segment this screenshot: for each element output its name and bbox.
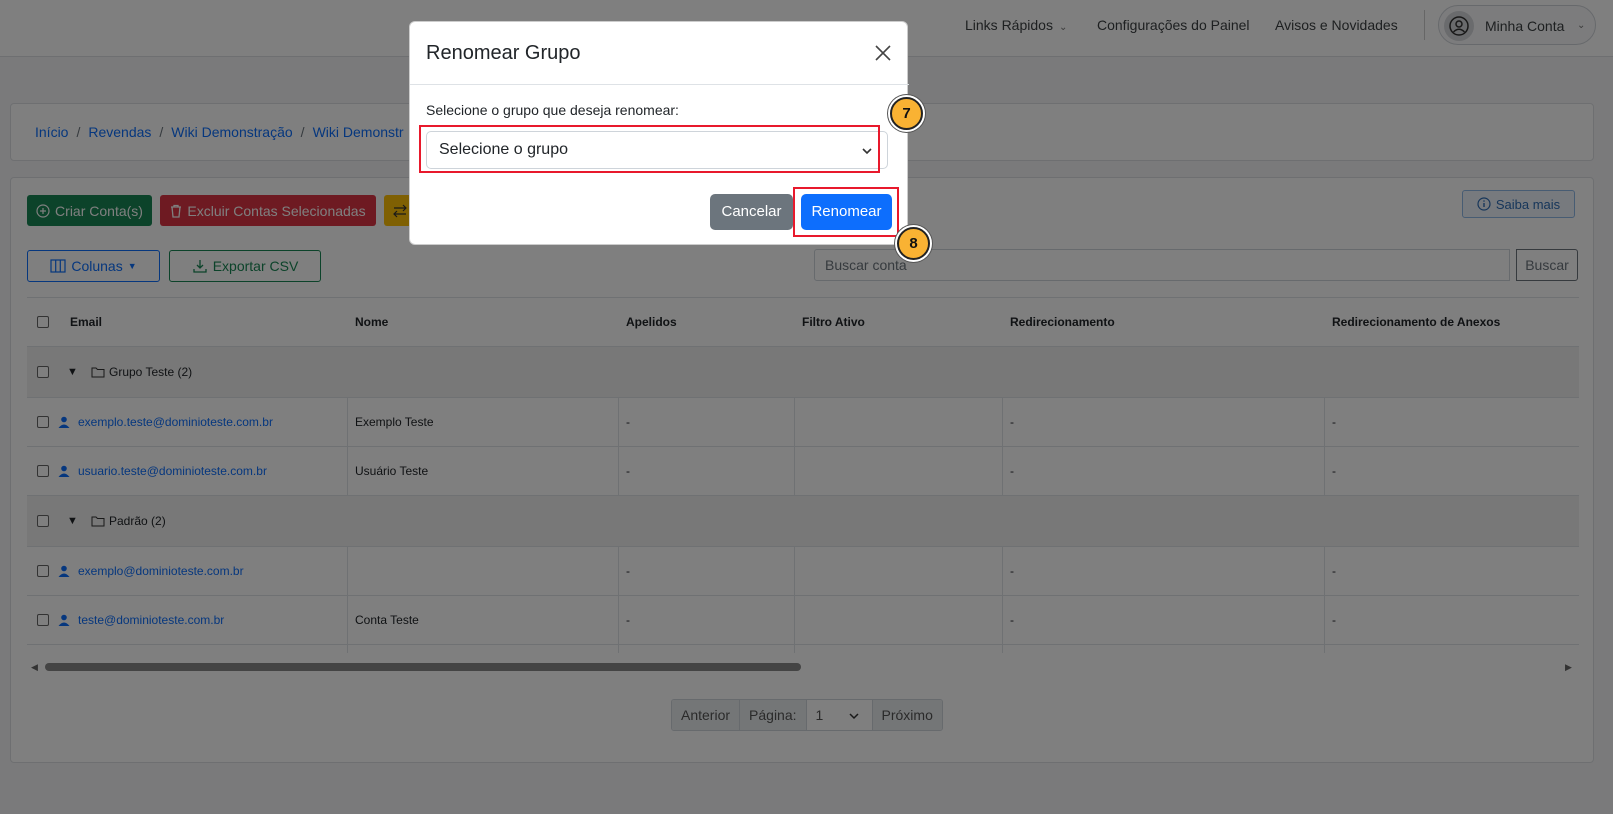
cancel-button[interactable]: Cancelar	[710, 194, 793, 230]
close-icon[interactable]	[873, 43, 893, 63]
modal-header: Renomear Grupo	[410, 22, 909, 85]
rename-group-modal: Renomear Grupo Selecione o grupo que des…	[409, 21, 909, 245]
rename-highlight-box	[793, 187, 899, 237]
modal-title: Renomear Grupo	[426, 42, 581, 64]
step-badge-8: 8	[897, 227, 930, 260]
select-highlight-box	[419, 125, 880, 173]
select-group-label: Selecione o grupo que deseja renomear:	[426, 102, 679, 118]
step-badge-7: 7	[890, 97, 923, 130]
